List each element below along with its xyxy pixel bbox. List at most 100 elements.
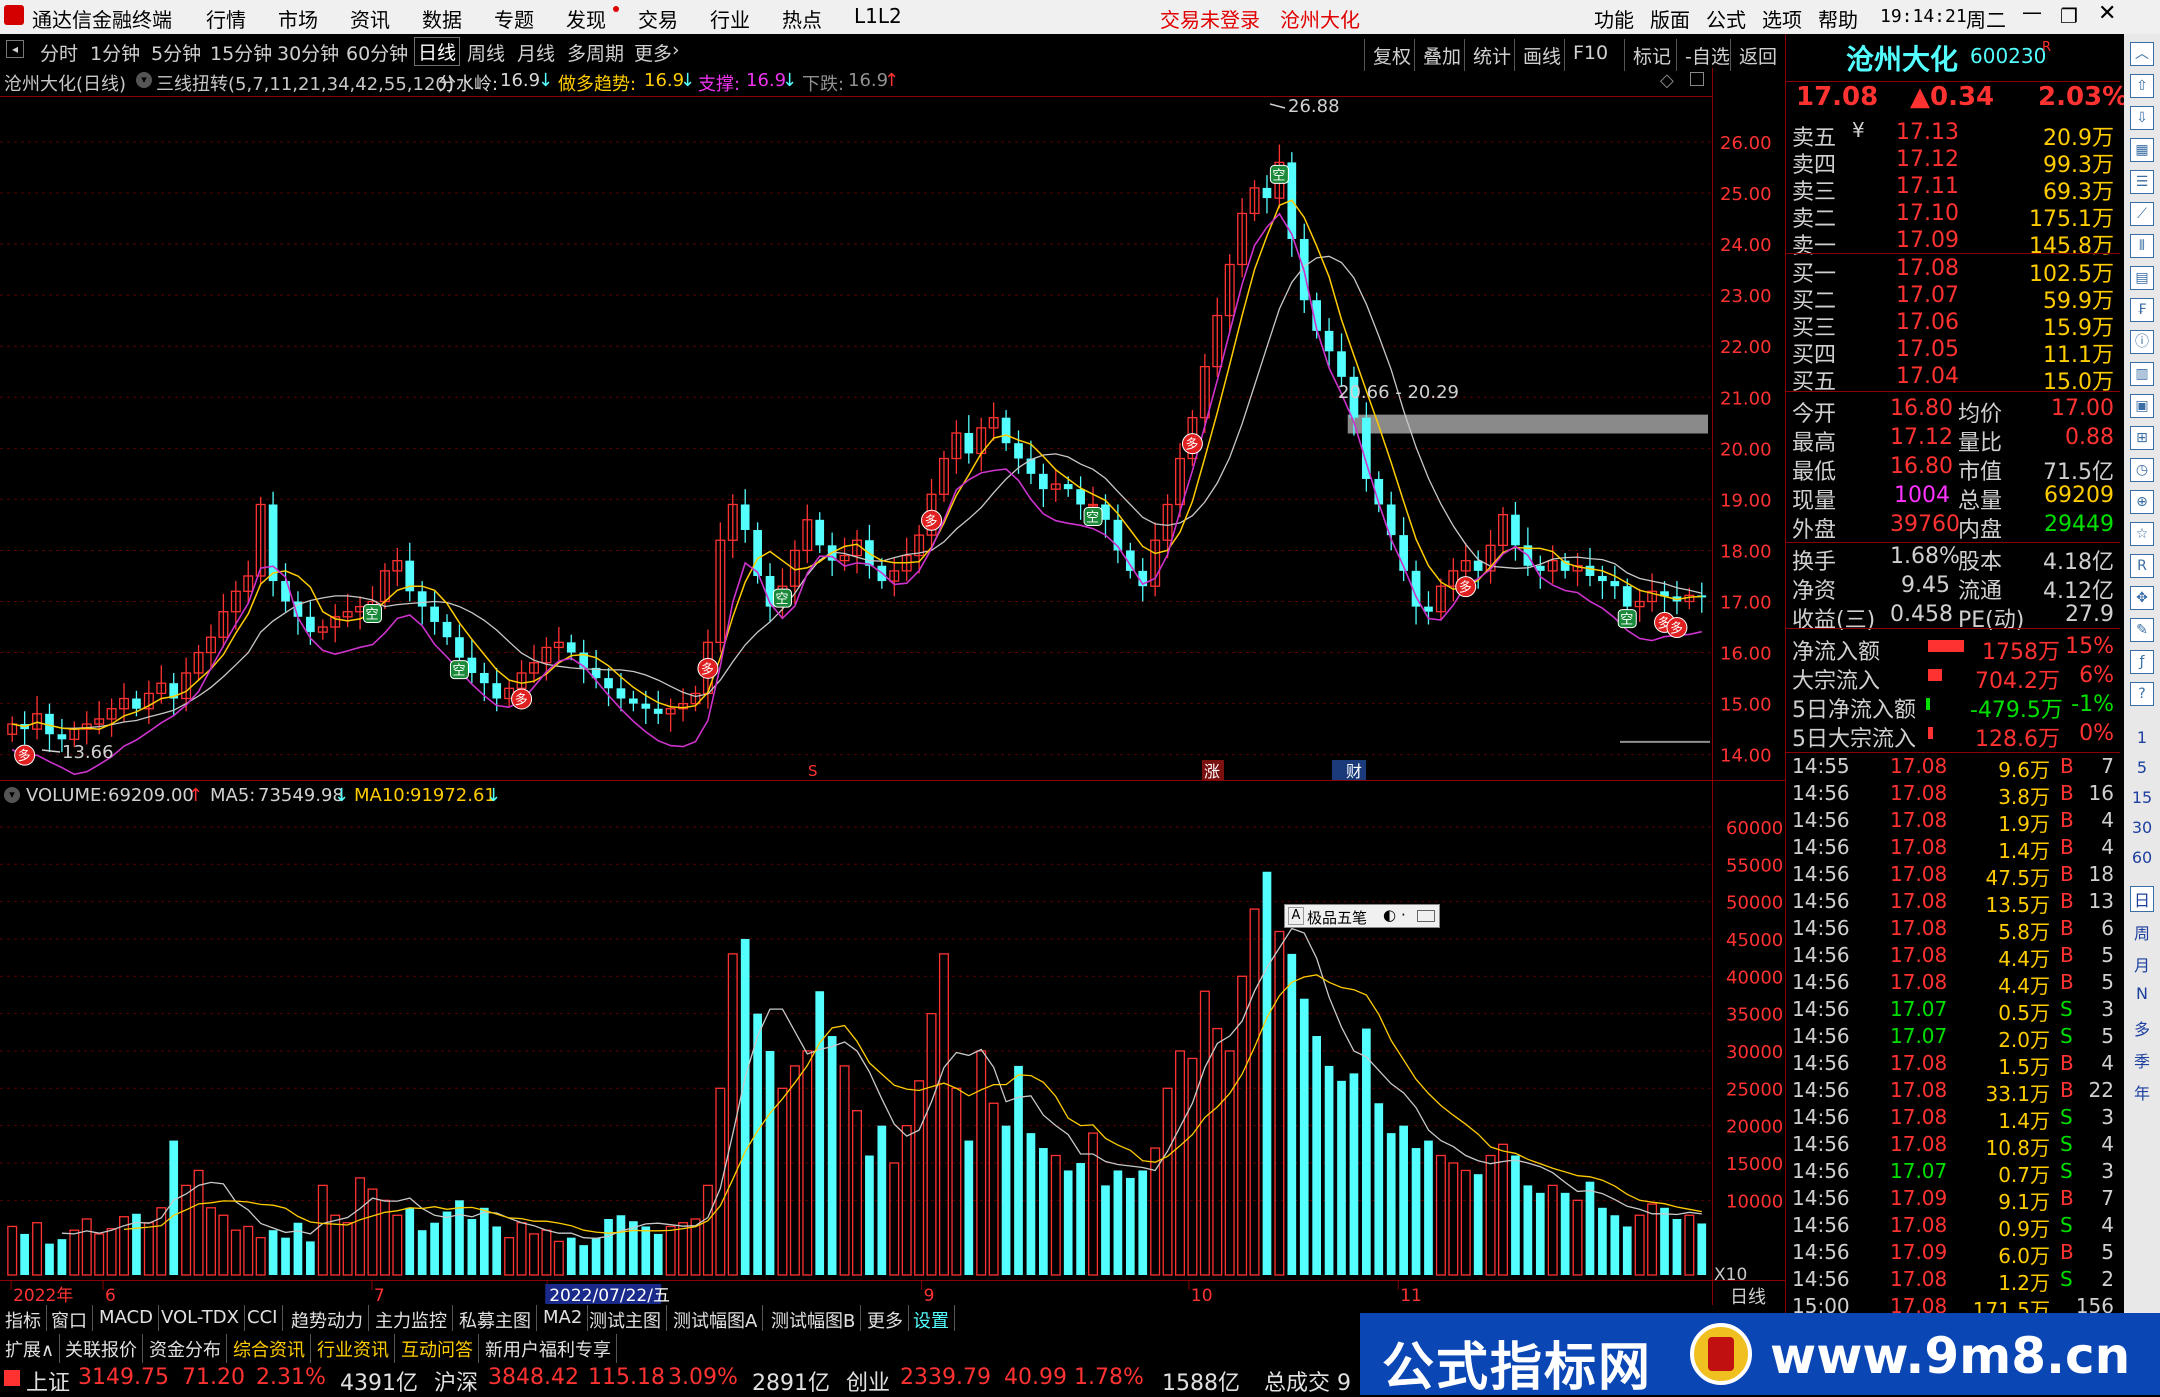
tick-row[interactable]: 14:56 17.08 3.8万 B 16 (1790, 781, 2116, 809)
info-icon[interactable]: ⓘ (2130, 330, 2154, 354)
tick-row[interactable]: 14:56 17.08 47.5万 B 18 (1790, 862, 2116, 890)
restore-icon[interactable]: ❐ (2060, 4, 2078, 28)
star-icon[interactable]: ☆ (2130, 522, 2154, 546)
tab-zhibiao[interactable]: 指标 (0, 1305, 47, 1332)
tick-row[interactable]: 14:56 17.08 5.8万 B 6 (1790, 916, 2116, 944)
tick-row[interactable]: 14:55 17.08 9.6万 B 7 (1790, 754, 2116, 782)
kline-icon[interactable]: ⫴ (2130, 234, 2154, 258)
tick-row[interactable]: 14:56 17.09 9.1万 B 7 (1790, 1186, 2116, 1214)
tab-shezhi[interactable]: 设置 (908, 1305, 955, 1332)
tick-row[interactable]: 14:56 17.07 0.7万 S 3 (1790, 1159, 2116, 1187)
fund-icon[interactable]: ₣ (2130, 298, 2154, 322)
period-30min[interactable]: 30 (2130, 818, 2154, 837)
tab-hudong[interactable]: 互动问答 (396, 1334, 479, 1364)
tick-row[interactable]: 14:56 17.08 1.9万 B 4 (1790, 808, 2116, 836)
tick-row[interactable]: 14:56 17.07 0.5万 S 3 (1790, 997, 2116, 1025)
grid-icon[interactable]: ▦ (2130, 138, 2154, 162)
tab-ma2[interactable]: MA2 (538, 1305, 589, 1331)
period-15min[interactable]: 15 (2130, 788, 2154, 807)
tab-zonghe[interactable]: 综合资讯 (228, 1334, 311, 1364)
tab-hangye[interactable]: 行业资讯 (312, 1334, 395, 1364)
rsi-icon[interactable]: R (2130, 554, 2154, 578)
period-month[interactable]: 月 (2130, 952, 2154, 976)
table-icon[interactable]: ▤ (2130, 266, 2154, 290)
tab-qushi[interactable]: 趋势动力 (286, 1305, 369, 1332)
buy-level[interactable]: 买二 17.07 59.9万 (1790, 283, 2116, 314)
fs-icon[interactable]: ⊞ (2130, 426, 2154, 450)
tab-guanlian[interactable]: 关联报价 (60, 1334, 143, 1364)
period-multi[interactable]: 多 (2130, 1016, 2154, 1040)
period-quarter[interactable]: 季 (2130, 1048, 2154, 1072)
period-5min[interactable]: 5 (2130, 758, 2154, 777)
tick-row[interactable]: 14:56 17.08 10.8万 S 4 (1790, 1132, 2116, 1160)
ime-keyboard-icon[interactable] (1417, 910, 1435, 922)
clock-icon[interactable]: ◷ (2130, 458, 2154, 482)
tick-time: 14:56 (1792, 1213, 1850, 1237)
tick-row[interactable]: 14:56 17.07 2.0万 S 5 (1790, 1024, 2116, 1052)
line-chart-icon[interactable]: ⟋ (2130, 202, 2154, 226)
period-n[interactable]: N (2130, 984, 2154, 1003)
sell-level[interactable]: 卖五 17.13 20.9万 (1790, 120, 2116, 151)
function-icon[interactable]: ƒ (2130, 650, 2154, 674)
tab-ceshi[interactable]: 测试主图 (584, 1305, 667, 1332)
ime-moon-icon[interactable]: ◐ (1383, 906, 1396, 924)
cy-name[interactable]: 创业 (846, 1365, 890, 1397)
tab-macd[interactable]: MACD (94, 1305, 159, 1331)
trend-up-icon[interactable]: ⇧ (2130, 74, 2154, 98)
tick-row[interactable]: 14:56 17.08 1.4万 S 3 (1790, 1105, 2116, 1133)
kline-chart[interactable]: 多多多多多多多 多空空空空空空 26.0025.0024.0023.0022.00… (0, 0, 1786, 1305)
box-icon[interactable]: ▣ (2130, 394, 2154, 418)
pencil-icon[interactable]: ✎ (2130, 618, 2154, 642)
tab-gengduo[interactable]: 更多 (862, 1305, 909, 1332)
tick-row[interactable]: 14:56 17.08 1.4万 B 4 (1790, 835, 2116, 863)
buy-level[interactable]: 买四 17.05 11.1万 (1790, 337, 2116, 368)
tab-chuangkou[interactable]: 窗口 (46, 1305, 93, 1332)
tab-cci[interactable]: CCI (242, 1305, 284, 1331)
ime-a-icon[interactable]: A (1288, 907, 1304, 925)
tab-zhuli[interactable]: 主力监控 (370, 1305, 453, 1332)
period-60min[interactable]: 60 (2130, 848, 2154, 867)
tab-fuB[interactable]: 测试幅图B (766, 1305, 862, 1332)
buy-level[interactable]: 买三 17.06 15.9万 (1790, 310, 2116, 341)
volume-dropdown-icon[interactable]: ▾ (4, 787, 20, 803)
tick-row[interactable]: 14:56 17.09 6.0万 B 5 (1790, 1240, 2116, 1268)
list-icon[interactable]: ☰ (2130, 170, 2154, 194)
menu-bangzhu[interactable]: 帮助 (1818, 4, 1858, 33)
sell-level[interactable]: 卖一 17.09 145.8万 (1790, 228, 2116, 259)
tab-simu[interactable]: 私募主图 (454, 1305, 537, 1332)
sh-name[interactable]: 上证 (26, 1365, 70, 1397)
period-year[interactable]: 年 (2130, 1080, 2154, 1104)
compass-icon[interactable]: ⊕ (2130, 490, 2154, 514)
tick-row[interactable]: 14:56 17.08 13.5万 B 13 (1790, 889, 2116, 917)
buy-level[interactable]: 买一 17.08 102.5万 (1790, 256, 2116, 287)
tab-fuA[interactable]: 测试幅图A (668, 1305, 764, 1332)
sell-level[interactable]: 卖三 17.11 69.3万 (1790, 174, 2116, 205)
tab-xinyonghu[interactable]: 新用户福利专享 (480, 1334, 617, 1364)
collapse-up-icon[interactable]: ︿ (2130, 42, 2154, 66)
tick-row[interactable]: 14:56 17.08 1.5万 B 4 (1790, 1051, 2116, 1079)
hs-name[interactable]: 沪深 (434, 1365, 478, 1397)
tick-row[interactable]: 14:56 17.08 1.2万 S 2 (1790, 1267, 2116, 1295)
tab-kuozhan[interactable]: 扩展∧ (0, 1334, 61, 1364)
close-icon[interactable]: ✕ (2098, 1, 2116, 26)
buy-level[interactable]: 买五 17.04 15.0万 (1790, 364, 2116, 395)
bar-icon[interactable]: ▥ (2130, 362, 2154, 386)
ime-dot-icon[interactable]: · (1401, 906, 1406, 924)
tick-row[interactable]: 14:56 17.08 33.1万 B 22 (1790, 1078, 2116, 1106)
tick-row[interactable]: 14:56 17.08 0.9万 S 4 (1790, 1213, 2116, 1241)
sell-level[interactable]: 卖二 17.10 175.1万 (1790, 201, 2116, 232)
ime-toolbar[interactable]: A 极品五笔 ◐ · (1284, 904, 1440, 928)
help-icon[interactable]: ? (2130, 682, 2154, 706)
period-day[interactable]: 日 (2130, 886, 2154, 912)
period-1min[interactable]: 1 (2130, 728, 2154, 747)
tick-row[interactable]: 14:56 17.08 4.4万 B 5 (1790, 970, 2116, 998)
tab-zijin[interactable]: 资金分布 (144, 1334, 227, 1364)
minimize-icon[interactable]: — (2022, 0, 2042, 24)
move-icon[interactable]: ✥ (2130, 586, 2154, 610)
tab-vol-tdx[interactable]: VOL-TDX (156, 1305, 245, 1331)
tick-row[interactable]: 14:56 17.08 4.4万 B 5 (1790, 943, 2116, 971)
candle-body (1598, 575, 1607, 582)
sell-level[interactable]: 卖四 17.12 99.3万 (1790, 147, 2116, 178)
period-week[interactable]: 周 (2130, 920, 2154, 944)
trend-down-icon[interactable]: ⇩ (2130, 106, 2154, 130)
